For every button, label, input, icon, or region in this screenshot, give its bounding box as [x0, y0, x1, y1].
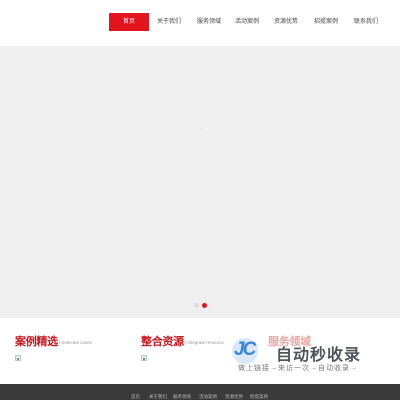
section-title: 整合资源 — [141, 336, 184, 348]
footer-link-recruit-cases[interactable]: 招揽案例 — [250, 394, 268, 400]
nav-item-home[interactable]: 首页 — [109, 13, 149, 31]
nav-item-about[interactable]: 关于我们 — [152, 13, 186, 31]
banner-speck — [189, 91, 190, 92]
watermark-title: 自动秒收录 — [276, 347, 362, 364]
footer-link-about[interactable]: 关于我们 — [149, 394, 167, 400]
watermark-badge: JC 自动秒收录 做上链接→来访一次→自动收录→ — [228, 333, 388, 377]
nav-item-services[interactable]: 服务领域 — [192, 13, 226, 31]
section-title: 案例精选 — [15, 336, 58, 348]
footer-link-activity-cases[interactable]: 活动案例 — [199, 394, 217, 400]
nav-item-resources[interactable]: 资源优势 — [269, 13, 303, 31]
slider-dot-1[interactable] — [194, 303, 199, 308]
banner-speck — [201, 128, 202, 129]
watermark-slogan: 做上链接→来访一次→自动收录→ — [238, 365, 358, 372]
footer: 首页 关于我们 服务领域 活动案例 资源优势 招揽案例 — [0, 384, 400, 400]
nav-item-contact[interactable]: 联系我们 — [349, 13, 383, 31]
broken-image-icon[interactable] — [141, 355, 147, 361]
section-subtitle: / Selected cases — [58, 340, 92, 345]
footer-link-resources[interactable]: 资源优势 — [225, 394, 243, 400]
section-subtitle: / Integrate resource — [184, 340, 224, 345]
hero-banner[interactable] — [0, 46, 400, 318]
slider-dot-2-active[interactable] — [202, 303, 207, 308]
nav-item-activity-cases[interactable]: 活动案例 — [230, 13, 264, 31]
footer-link-services[interactable]: 服务领域 — [173, 394, 191, 400]
section-selected-cases: 案例精选/ Selected cases — [15, 332, 125, 372]
top-navigation: 首页 关于我们 服务领域 活动案例 资源优势 招揽案例 联系我们 — [0, 0, 400, 46]
footer-link-home[interactable]: 首页 — [131, 394, 140, 400]
broken-image-icon[interactable] — [15, 355, 21, 361]
nav-item-recruit-cases[interactable]: 招揽案例 — [309, 13, 343, 31]
watermark-logo-text: JC — [234, 339, 256, 360]
